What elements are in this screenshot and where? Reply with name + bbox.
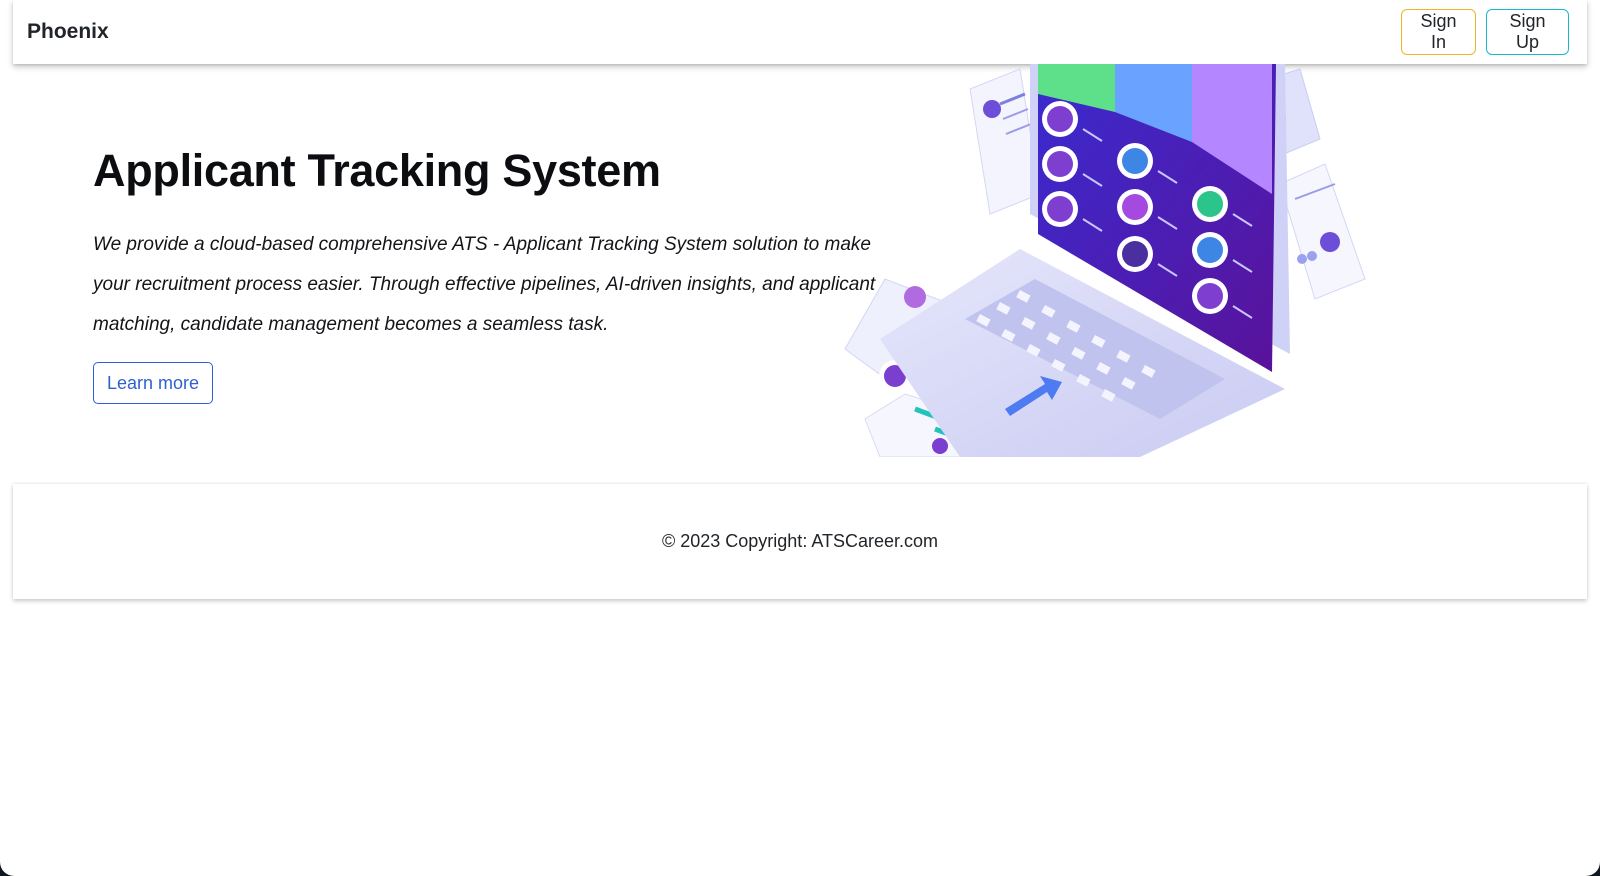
nav-actions: Sign In Sign Up: [1401, 9, 1569, 55]
learn-more-button[interactable]: Learn more: [93, 362, 213, 404]
navbar: Phoenix Sign In Sign Up: [13, 0, 1587, 64]
footer: © 2023 Copyright: ATSCareer.com: [13, 484, 1587, 599]
sign-in-button[interactable]: Sign In: [1401, 9, 1476, 55]
hero-description: We provide a cloud-based comprehensive A…: [93, 234, 876, 335]
page: Phoenix Sign In Sign Up Applicant Tracki…: [0, 0, 1600, 876]
sign-up-button[interactable]: Sign Up: [1486, 9, 1569, 55]
copyright-text: © 2023 Copyright: ATSCareer.com: [661, 531, 939, 551]
laptop-illustration: [844, 64, 1366, 457]
resume-card-icon: [969, 68, 1041, 215]
brand-logo[interactable]: Phoenix: [27, 20, 109, 44]
resume-card-icon: [1279, 163, 1366, 300]
hero-title: Applicant Tracking System: [93, 145, 661, 196]
